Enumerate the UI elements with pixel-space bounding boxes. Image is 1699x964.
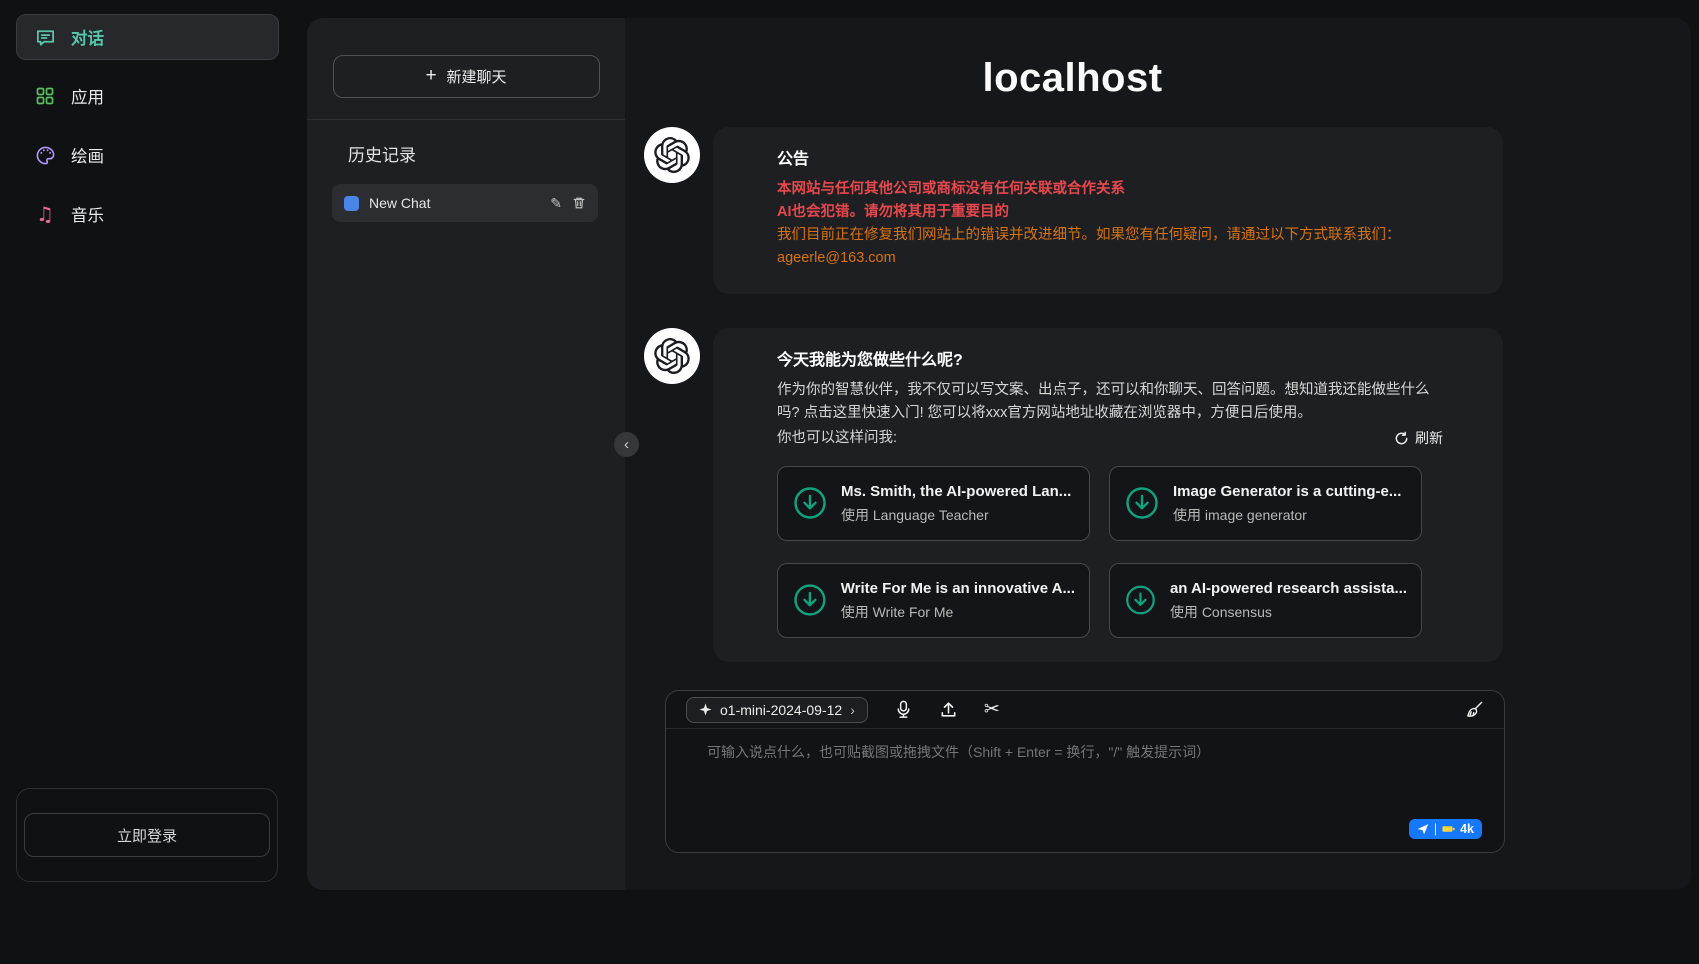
page-title: localhost [625, 56, 1520, 101]
login-button[interactable]: 立即登录 [24, 813, 270, 857]
sidebar-item-draw[interactable]: 绘画 [16, 132, 279, 178]
suggestion-card[interactable]: an AI-powered research assista... 使用 Con… [1109, 563, 1422, 638]
suggestion-subtitle: 使用 Write For Me [841, 604, 1075, 621]
announcement-info: 我们目前正在修复我们网站上的错误并改进细节。如果您有任何疑问，请通过以下方式联系… [777, 224, 1443, 247]
mic-icon [894, 700, 913, 719]
scissors-button[interactable]: ✂ [984, 700, 1000, 719]
suggestion-card[interactable]: Image Generator is a cutting-e... 使用 ima… [1109, 466, 1422, 541]
refresh-label: 刷新 [1415, 428, 1443, 448]
assistant-avatar [644, 328, 700, 384]
composer-toolbar: o1-mini-2024-09-12 › ✂ [666, 691, 1504, 729]
chat-item-title: New Chat [369, 195, 540, 211]
send-icon [1417, 823, 1429, 835]
main-panel: localhost 公告 本网站与任何其他公司或商标没有任何关联或合作关系 AI… [625, 18, 1691, 890]
message-input[interactable] [666, 729, 1504, 815]
announcement-card: 公告 本网站与任何其他公司或商标没有任何关联或合作关系 AI也会犯错。请勿将其用… [713, 127, 1503, 294]
announcement-warning-1: 本网站与任何其他公司或商标没有任何关联或合作关系 [777, 178, 1443, 201]
suggestion-subtitle: 使用 Consensus [1170, 604, 1407, 621]
mic-button[interactable] [894, 700, 913, 719]
scissors-icon: ✂ [984, 700, 1000, 719]
circle-arrow-down-icon [1124, 485, 1160, 521]
new-chat-label: 新建聊天 [447, 66, 507, 87]
suggestion-title: an AI-powered research assista... [1170, 580, 1407, 598]
battery-icon [1442, 825, 1455, 833]
assistant-avatar [644, 127, 700, 183]
upload-icon [939, 700, 958, 719]
model-label: o1-mini-2024-09-12 [720, 702, 842, 718]
intro-ask: 你也可以这样问我: [777, 427, 897, 450]
login-section: 立即登录 [16, 788, 278, 882]
new-chat-button[interactable]: + 新建聊天 [333, 55, 600, 98]
plus-icon: + [425, 66, 436, 85]
sparkle-icon [699, 703, 712, 716]
sidebar-item-label: 应用 [71, 84, 104, 108]
chevron-left-icon: ‹ [624, 436, 629, 453]
broom-icon [1465, 700, 1484, 719]
openai-logo-icon [654, 137, 690, 173]
collapse-handle[interactable]: ‹ [614, 432, 639, 457]
chevron-right-icon: › [850, 702, 855, 718]
suggestion-grid: Ms. Smith, the AI-powered Lan... 使用 Lang… [777, 466, 1443, 638]
intro-body: 作为你的智慧伙伴，我不仅可以写文案、出点子，还可以和你聊天、回答问题。想知道我还… [777, 379, 1443, 425]
suggestion-subtitle: 使用 Language Teacher [841, 507, 1071, 524]
suggestion-title: Write For Me is an innovative A... [841, 580, 1075, 598]
badge-divider: | [1434, 822, 1437, 836]
openai-logo-icon [654, 338, 690, 374]
announcement-heading: 公告 [777, 147, 1443, 172]
intro-heading: 今天我能为您做些什么呢? [777, 348, 1443, 373]
suggestion-card[interactable]: Write For Me is an innovative A... 使用 Wr… [777, 563, 1090, 638]
suggestion-subtitle: 使用 image generator [1173, 507, 1401, 524]
chat-bubble-icon [34, 26, 56, 48]
composer: o1-mini-2024-09-12 › ✂ [665, 690, 1505, 853]
chat-item-icon [344, 196, 359, 211]
apps-grid-icon [34, 85, 56, 107]
music-note-icon: ♫ [34, 203, 56, 225]
clean-button[interactable] [1465, 700, 1484, 719]
chat-list-panel: + 新建聊天 历史记录 New Chat ✎ [307, 18, 625, 890]
delete-icon[interactable] [572, 196, 586, 210]
suggestion-card[interactable]: Ms. Smith, the AI-powered Lan... 使用 Lang… [777, 466, 1090, 541]
refresh-icon [1394, 431, 1409, 446]
divider [307, 119, 625, 120]
circle-arrow-down-icon [1124, 582, 1157, 618]
palette-icon [34, 144, 56, 166]
sidebar-item-label: 绘画 [71, 143, 104, 167]
sidebar-item-music[interactable]: ♫ 音乐 [16, 191, 279, 237]
history-title: 历史记录 [348, 141, 625, 166]
edit-icon[interactable]: ✎ [550, 195, 562, 212]
message-row: 公告 本网站与任何其他公司或商标没有任何关联或合作关系 AI也会犯错。请勿将其用… [644, 127, 1691, 294]
sidebar-item-label: 音乐 [71, 202, 104, 226]
sidebar-item-chat[interactable]: 对话 [16, 14, 279, 60]
suggestion-title: Ms. Smith, the AI-powered Lan... [841, 483, 1071, 501]
send-badge[interactable]: | 4k [1409, 819, 1482, 839]
model-selector[interactable]: o1-mini-2024-09-12 › [686, 697, 868, 723]
token-count: 4k [1460, 822, 1474, 836]
announcement-warning-2: AI也会犯错。请勿将其用于重要目的 [777, 201, 1443, 224]
sidebar: 对话 应用 绘画 ♫ 音乐 立即登录 [0, 0, 295, 964]
upload-button[interactable] [939, 700, 958, 719]
chat-history-item[interactable]: New Chat ✎ [332, 184, 598, 222]
sidebar-item-label: 对话 [71, 25, 104, 49]
sidebar-item-apps[interactable]: 应用 [16, 73, 279, 119]
circle-arrow-down-icon [792, 485, 828, 521]
message-row: 今天我能为您做些什么呢? 作为你的智慧伙伴，我不仅可以写文案、出点子，还可以和你… [644, 328, 1691, 662]
refresh-button[interactable]: 刷新 [1394, 428, 1443, 448]
circle-arrow-down-icon [792, 582, 828, 618]
announcement-email-link[interactable]: ageerle@163.com [777, 247, 896, 270]
intro-card: 今天我能为您做些什么呢? 作为你的智慧伙伴，我不仅可以写文案、出点子，还可以和你… [713, 328, 1503, 662]
suggestion-title: Image Generator is a cutting-e... [1173, 483, 1401, 501]
